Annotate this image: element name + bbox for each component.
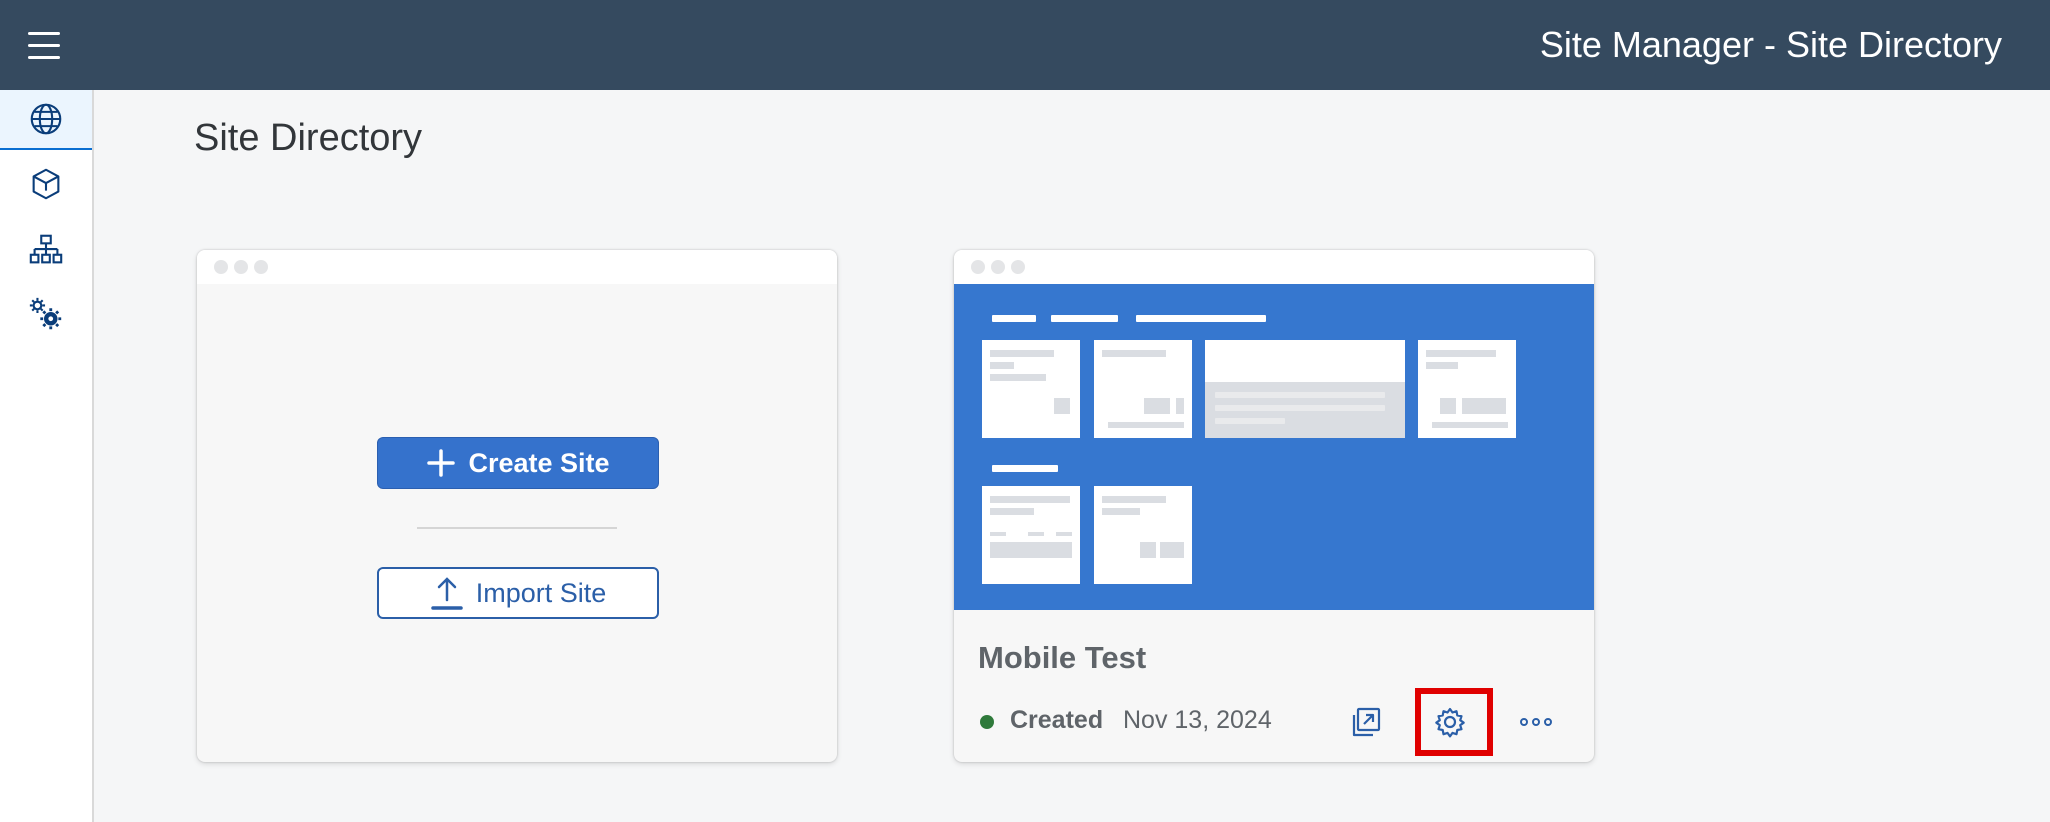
nav-item-content[interactable] [0,154,92,214]
more-icon [1520,718,1552,726]
cube-icon [32,168,60,200]
gears-icon [29,297,62,330]
site-date: Nov 13, 2024 [1123,706,1272,734]
plus-icon [427,449,456,477]
more-options-button[interactable] [1516,702,1556,742]
import-site-button[interactable]: Import Site [377,567,659,619]
create-site-button[interactable]: Create Site [377,437,659,489]
divider [417,527,617,529]
status-indicator [980,715,994,729]
nav-item-hierarchy[interactable] [0,220,92,280]
create-site-label: Create Site [468,447,610,478]
window-bar [197,250,837,284]
open-site-button[interactable] [1346,702,1386,742]
nav-item-site-directory[interactable] [0,90,92,150]
hamburger-menu-icon[interactable] [18,22,70,68]
new-site-card: Create Site Import Site [197,250,837,762]
site-preview-thumbnail[interactable] [954,284,1594,610]
side-navigation [0,90,94,822]
site-status: Created [1010,706,1104,734]
upload-icon [430,577,463,610]
globe-icon [30,103,62,135]
page-title: Site Directory [194,117,423,159]
open-in-new-window-icon [1352,707,1381,737]
shell-bar: Site Manager - Site Directory [0,0,2050,90]
site-card[interactable]: Mobile Test Created Nov 13, 2024 [954,250,1594,762]
nav-item-settings[interactable] [0,284,92,344]
import-site-label: Import Site [475,577,607,608]
app-title: Site Manager - Site Directory [1539,24,2002,65]
window-bar [954,250,1594,284]
org-chart-icon [29,234,63,264]
settings-highlight-box [1415,688,1493,756]
site-name[interactable]: Mobile Test [978,640,1146,676]
